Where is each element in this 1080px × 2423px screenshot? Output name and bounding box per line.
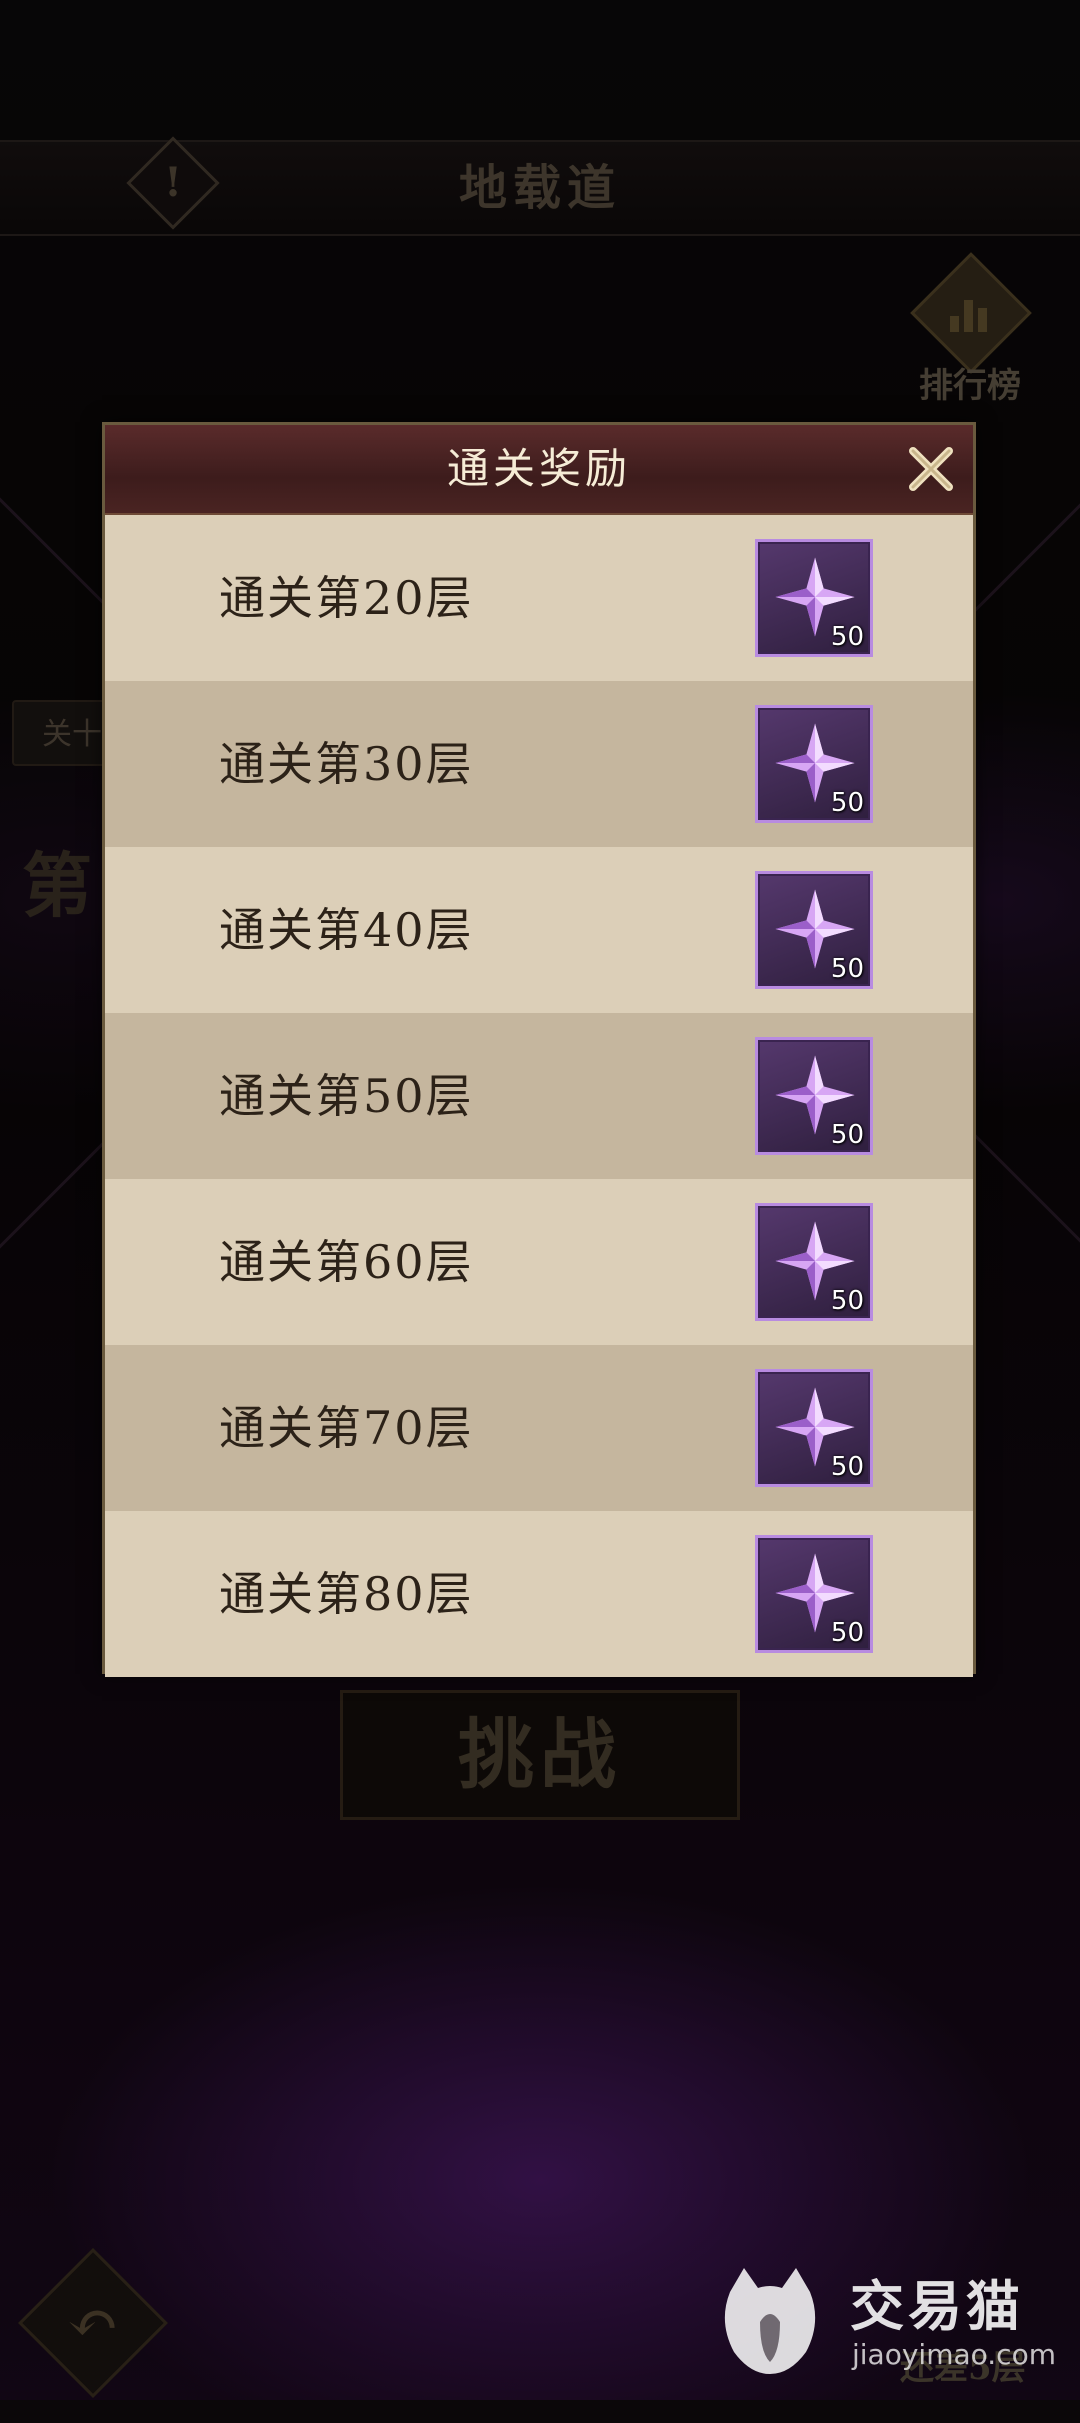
reward-row: 通关第20层 50 bbox=[105, 515, 973, 681]
reward-row-label: 通关第80层 bbox=[219, 1567, 474, 1621]
reward-row-label: 通关第70层 bbox=[219, 1401, 474, 1455]
reward-row-label: 通关第30层 bbox=[219, 737, 474, 791]
reward-row-label: 通关第50层 bbox=[219, 1069, 474, 1123]
reward-count: 50 bbox=[830, 954, 864, 984]
reward-item-slot[interactable]: 50 bbox=[755, 539, 873, 657]
reward-row-label: 通关第20层 bbox=[219, 571, 474, 625]
reward-count: 50 bbox=[830, 1120, 864, 1150]
reward-count: 50 bbox=[830, 622, 864, 652]
reward-row: 通关第70层 50 bbox=[105, 1345, 973, 1511]
reward-row: 通关第30层 50 bbox=[105, 681, 973, 847]
reward-list: 通关第20层 50 通关第30层 50 通关第40层 50 通关第50层 50 … bbox=[105, 515, 973, 1677]
reward-count: 50 bbox=[830, 1618, 864, 1648]
reward-item-slot[interactable]: 50 bbox=[755, 871, 873, 989]
watermark-name: 交易猫 bbox=[850, 2275, 1024, 2338]
watermark: 交易猫 jiaoyimao.com bbox=[710, 2258, 1056, 2388]
dialog-header: 通关奖励 bbox=[105, 425, 973, 515]
reward-row-label: 通关第60层 bbox=[219, 1235, 474, 1289]
reward-row-label: 通关第40层 bbox=[219, 903, 474, 957]
reward-row: 通关第50层 50 bbox=[105, 1013, 973, 1179]
reward-item-slot[interactable]: 50 bbox=[755, 1369, 873, 1487]
dialog-title: 通关奖励 bbox=[446, 444, 631, 493]
reward-row: 通关第60层 50 bbox=[105, 1179, 973, 1345]
reward-item-slot[interactable]: 50 bbox=[755, 705, 873, 823]
cat-logo-icon bbox=[724, 2268, 816, 2374]
reward-count: 50 bbox=[830, 1286, 864, 1316]
reward-item-slot[interactable]: 50 bbox=[755, 1037, 873, 1155]
clear-rewards-dialog: 通关奖励 通关第20层 50 通关第30层 50 通关第40层 50 通关第50… bbox=[102, 422, 976, 1677]
reward-count: 50 bbox=[830, 788, 864, 818]
reward-row: 通关第80层 50 bbox=[105, 1511, 973, 1677]
reward-count: 50 bbox=[830, 1452, 864, 1482]
watermark-url: jiaoyimao.com bbox=[852, 2338, 1056, 2371]
close-button[interactable] bbox=[903, 441, 959, 497]
reward-item-slot[interactable]: 50 bbox=[755, 1203, 873, 1321]
reward-item-slot[interactable]: 50 bbox=[755, 1535, 873, 1653]
close-icon bbox=[909, 447, 953, 491]
reward-row: 通关第40层 50 bbox=[105, 847, 973, 1013]
